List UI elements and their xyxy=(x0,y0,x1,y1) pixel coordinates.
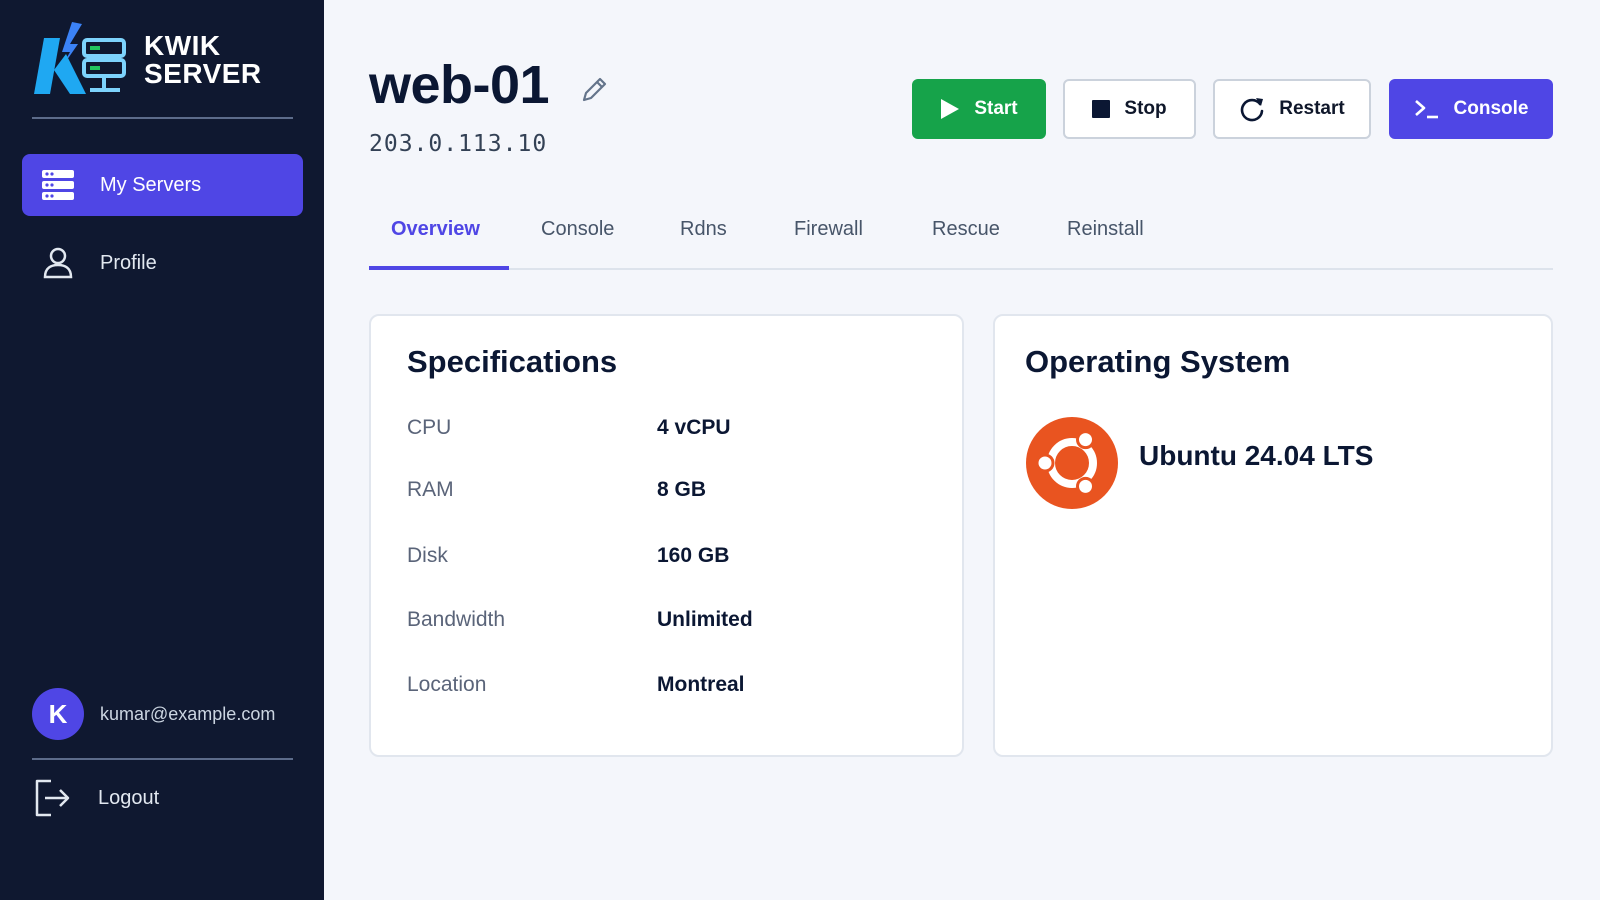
spec-label: Disk xyxy=(407,544,448,567)
brand-divider xyxy=(32,117,293,119)
logout-label: Logout xyxy=(98,786,160,809)
spec-value: Montreal xyxy=(657,673,745,696)
sidebar-item-label: My Servers xyxy=(100,173,202,196)
restart-icon xyxy=(1239,96,1265,122)
terminal-icon xyxy=(1414,98,1440,120)
spec-row-bandwidth: Bandwidth Unlimited xyxy=(407,608,927,638)
server-ip-address: 203.0.113.10 xyxy=(369,131,548,157)
logout-icon xyxy=(32,776,72,820)
operating-system-card: Operating System Ubuntu 24.04 LTS xyxy=(993,314,1553,757)
user-divider xyxy=(32,758,293,760)
spec-row-disk: Disk 160 GB xyxy=(407,544,927,574)
restart-button-label: Restart xyxy=(1279,98,1345,119)
stop-button-label: Stop xyxy=(1124,98,1167,119)
user-icon xyxy=(40,245,76,281)
start-button[interactable]: Start xyxy=(912,79,1046,139)
edit-name-icon[interactable] xyxy=(578,74,610,106)
spec-row-cpu: CPU 4 vCPU xyxy=(407,416,927,446)
server-icon xyxy=(40,167,76,203)
spec-row-ram: RAM 8 GB xyxy=(407,478,927,508)
sidebar-item-profile[interactable]: Profile xyxy=(22,232,303,294)
tab-rdns[interactable]: Rdns xyxy=(658,210,749,270)
restart-button[interactable]: Restart xyxy=(1213,79,1371,139)
ubuntu-logo-icon xyxy=(1025,416,1119,510)
os-name: Ubuntu 24.04 LTS xyxy=(1139,440,1374,471)
spec-value: 8 GB xyxy=(657,478,707,501)
spec-value: 160 GB xyxy=(657,544,730,567)
specifications-card: Specifications CPU 4 vCPU RAM 8 GB Disk … xyxy=(369,314,964,757)
brand-name: KWIK SERVER xyxy=(144,32,262,88)
spec-label: CPU xyxy=(407,416,452,439)
brand-line-1: KWIK xyxy=(144,30,221,61)
console-button[interactable]: Console xyxy=(1389,79,1553,139)
tab-firewall[interactable]: Firewall xyxy=(772,210,885,270)
console-button-label: Console xyxy=(1453,98,1529,119)
brand-line-2: SERVER xyxy=(144,58,262,89)
tab-reinstall[interactable]: Reinstall xyxy=(1045,210,1166,270)
tab-rescue[interactable]: Rescue xyxy=(910,210,1022,270)
spec-label: Location xyxy=(407,673,487,696)
sidebar-item-label: Profile xyxy=(100,251,157,274)
stop-icon xyxy=(1092,100,1111,118)
sidebar-item-my-servers[interactable]: My Servers xyxy=(22,154,303,216)
spec-label: RAM xyxy=(407,478,454,501)
spec-row-location: Location Montreal xyxy=(407,673,927,703)
kwik-server-logo-icon xyxy=(30,18,130,102)
spec-value: Unlimited xyxy=(657,608,753,631)
spec-label: Bandwidth xyxy=(407,608,506,631)
operating-system-title: Operating System xyxy=(1025,344,1291,379)
page-title: web-01 xyxy=(369,55,550,115)
play-icon xyxy=(940,98,960,120)
brand-logo[interactable]: KWIK SERVER xyxy=(30,18,300,102)
spec-value: 4 vCPU xyxy=(657,416,731,439)
logout-button[interactable]: Logout xyxy=(32,776,159,820)
server-tabs: Overview Console Rdns Firewall Rescue Re… xyxy=(369,210,1553,270)
avatar: K xyxy=(32,688,84,740)
user-account[interactable]: K kumar@example.com xyxy=(32,688,275,740)
stop-button[interactable]: Stop xyxy=(1063,79,1196,139)
tab-overview[interactable]: Overview xyxy=(369,210,509,270)
main-content: web-01 203.0.113.10 Start Stop Restart C… xyxy=(324,0,1600,900)
user-email: kumar@example.com xyxy=(100,703,276,724)
sidebar: KWIK SERVER My Servers Profile K kumar@e… xyxy=(0,0,324,900)
start-button-label: Start xyxy=(974,98,1018,119)
specifications-title: Specifications xyxy=(407,344,618,379)
tab-console[interactable]: Console xyxy=(519,210,636,270)
